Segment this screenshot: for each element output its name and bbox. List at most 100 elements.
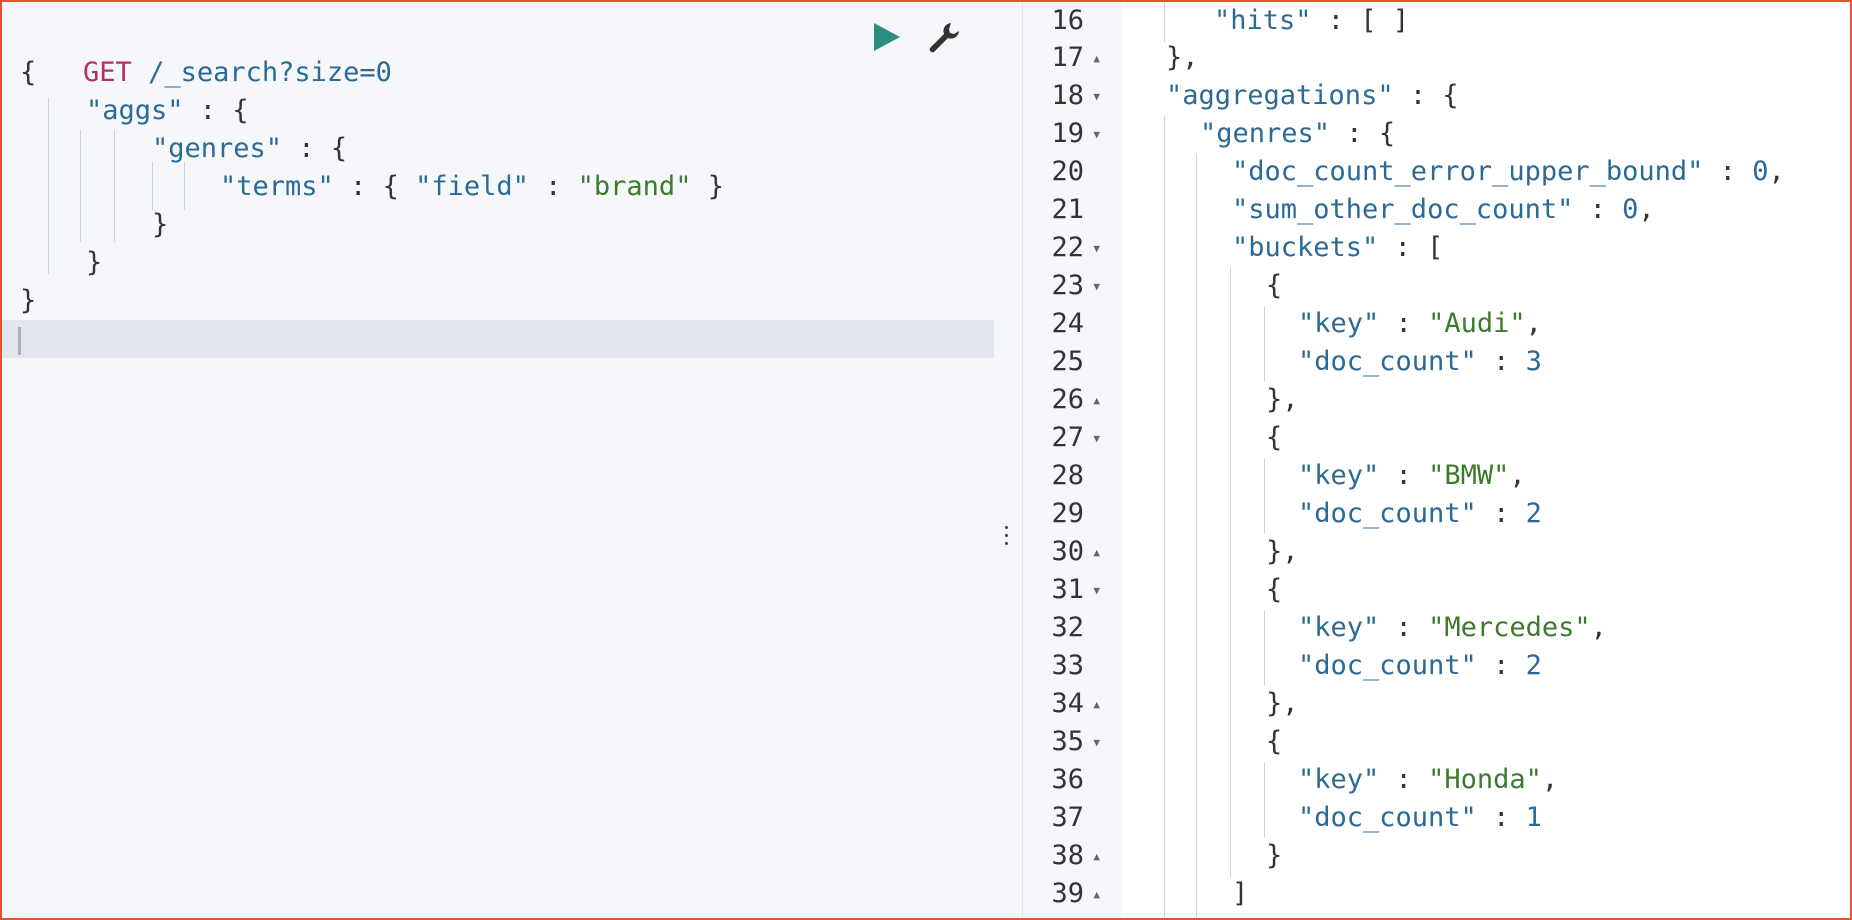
bucket-count-line: "doc_count" : 1 xyxy=(1298,802,1542,833)
code-line: "terms" : { "field" : "brand" } xyxy=(220,171,724,202)
code-line: "genres" : { xyxy=(1200,118,1396,149)
fold-up-icon[interactable]: ▲ xyxy=(1093,875,1100,913)
line-number: 22 xyxy=(1051,232,1084,263)
code-line: { xyxy=(20,57,37,88)
code-line: "doc_count_error_upper_bound" : 0, xyxy=(1232,156,1785,187)
code-line: }, xyxy=(1166,42,1199,73)
fold-up-icon[interactable]: ▲ xyxy=(1093,837,1100,875)
line-number: 16 xyxy=(1051,5,1084,36)
text-cursor xyxy=(18,327,21,355)
line-number: 28 xyxy=(1051,460,1084,491)
bucket-doc-count: 1 xyxy=(1525,802,1542,833)
play-icon[interactable] xyxy=(874,23,900,51)
indent-guide xyxy=(1230,268,1231,878)
active-line-highlight xyxy=(2,320,994,358)
line-number: 27 xyxy=(1051,422,1084,453)
line-number: 32 xyxy=(1051,612,1084,643)
code-line: }, xyxy=(1266,536,1299,567)
line-number: 20 xyxy=(1051,156,1084,187)
bucket-count-line: "doc_count" : 3 xyxy=(1298,346,1542,377)
fold-down-icon[interactable]: ▼ xyxy=(1093,571,1100,609)
fold-down-icon[interactable]: ▼ xyxy=(1093,115,1100,153)
indent-guide xyxy=(1196,154,1197,918)
line-number: 30 xyxy=(1051,536,1084,567)
line-number: 21 xyxy=(1051,194,1084,225)
response-viewer[interactable]: "hits" : [ ] }, "aggregations" : { "genr… xyxy=(1122,2,1850,918)
bucket-key: Audi xyxy=(1444,308,1510,339)
line-number: 23 xyxy=(1051,270,1084,301)
indent-guide xyxy=(80,130,81,242)
fold-down-icon[interactable]: ▼ xyxy=(1093,77,1100,115)
bucket-doc-count: 2 xyxy=(1525,498,1542,529)
fold-up-icon[interactable]: ▲ xyxy=(1093,381,1100,419)
line-number: 39 xyxy=(1051,878,1084,909)
line-number: 36 xyxy=(1051,764,1084,795)
bucket-key: BMW xyxy=(1444,460,1494,491)
line-number: 25 xyxy=(1051,346,1084,377)
code-line: }, xyxy=(1266,688,1299,719)
code-line: { xyxy=(1266,422,1283,453)
fold-down-icon[interactable]: ▼ xyxy=(1093,267,1100,305)
bucket-count-line: "doc_count" : 2 xyxy=(1298,650,1542,681)
bucket-key-line: "key" : "BMW", xyxy=(1298,460,1526,491)
drag-handle-icon[interactable] xyxy=(1005,526,1009,550)
code-line: }, xyxy=(1266,384,1299,415)
indent-guide xyxy=(1164,116,1165,918)
indent-guide xyxy=(1164,2,1165,42)
indent-guide xyxy=(1264,306,1265,382)
fold-up-icon[interactable]: ▲ xyxy=(1093,685,1100,723)
bucket-count-line: "doc_count" : 2 xyxy=(1298,498,1542,529)
code-line: { xyxy=(1266,574,1283,605)
doc-count-error-value: 0 xyxy=(1752,156,1769,187)
line-number: 33 xyxy=(1051,650,1084,681)
line-number: 35 xyxy=(1051,726,1084,757)
line-number: 31 xyxy=(1051,574,1084,605)
line-number: 17 xyxy=(1051,42,1084,73)
line-number: 18 xyxy=(1051,80,1084,111)
request-path: /_search?size=0 xyxy=(148,57,392,88)
wrench-icon[interactable] xyxy=(924,18,962,56)
bucket-doc-count: 3 xyxy=(1525,346,1542,377)
http-method: GET xyxy=(83,57,132,88)
line-number: 29 xyxy=(1051,498,1084,529)
code-line: { xyxy=(1266,726,1283,757)
bucket-key: Honda xyxy=(1444,764,1526,795)
fold-up-icon[interactable]: ▲ xyxy=(1093,39,1100,77)
bucket-key-line: "key" : "Audi", xyxy=(1298,308,1542,339)
code-line: } xyxy=(86,247,103,278)
indent-guide xyxy=(1264,458,1265,534)
line-number: 26 xyxy=(1051,384,1084,415)
fold-down-icon[interactable]: ▼ xyxy=(1093,419,1100,457)
code-line: "buckets" : [ xyxy=(1232,232,1444,263)
pane-resize-handle[interactable] xyxy=(994,2,1022,918)
request-line[interactable]: GET /_search?size=0 xyxy=(18,16,392,88)
bucket-doc-count: 2 xyxy=(1525,650,1542,681)
code-line: { xyxy=(1266,270,1283,301)
code-line: "aggregations" : { xyxy=(1166,80,1459,111)
bucket-key-line: "key" : "Honda", xyxy=(1298,764,1559,795)
fold-up-icon[interactable]: ▲ xyxy=(1093,533,1100,571)
fold-down-icon[interactable]: ▼ xyxy=(1093,229,1100,267)
code-line: "sum_other_doc_count" : 0, xyxy=(1232,194,1655,225)
indent-guide xyxy=(114,130,115,242)
request-editor[interactable]: GET /_search?size=0 { "aggs" : { "genres… xyxy=(2,2,994,918)
code-line: "aggs" : { xyxy=(86,95,249,126)
bucket-key-line: "key" : "Mercedes", xyxy=(1298,612,1607,643)
code-line: } xyxy=(1266,840,1283,871)
fold-down-icon[interactable]: ▼ xyxy=(1093,723,1100,761)
code-line: } xyxy=(20,285,37,316)
code-line: ] xyxy=(1232,878,1249,909)
line-number: 19 xyxy=(1051,118,1084,149)
bucket-key: Mercedes xyxy=(1444,612,1575,643)
line-number-gutter: 16 17 ▲ 18 ▼ 19 ▼ 20 21 22 ▼ 23 ▼ 24 25 … xyxy=(1022,2,1122,918)
line-number: 38 xyxy=(1051,840,1084,871)
code-line: "hits" : [ ] xyxy=(1214,5,1410,36)
sum-other-doc-count-value: 0 xyxy=(1622,194,1639,225)
indent-guide xyxy=(152,162,153,210)
code-line: "genres" : { xyxy=(152,133,348,164)
line-number: 24 xyxy=(1051,308,1084,339)
indent-guide xyxy=(184,162,185,210)
indent-guide xyxy=(1264,762,1265,838)
code-line: } xyxy=(152,209,169,240)
indent-guide xyxy=(1264,610,1265,686)
